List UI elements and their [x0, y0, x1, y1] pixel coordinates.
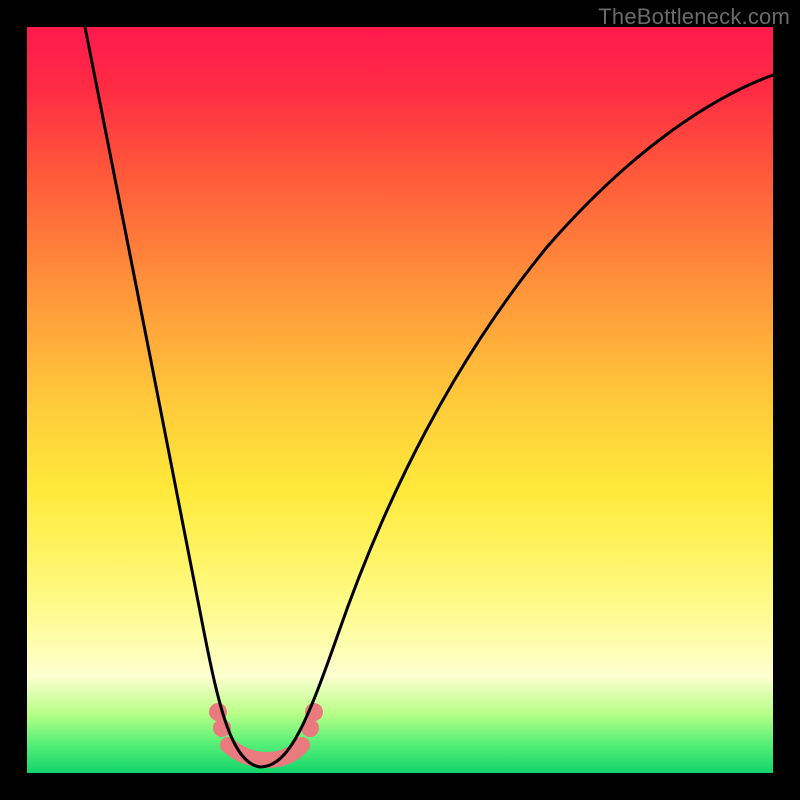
bottleneck-curve-svg: [27, 27, 773, 773]
gradient-plot-area: [27, 27, 773, 773]
bottleneck-curve: [85, 27, 773, 767]
watermark-text: TheBottleneck.com: [598, 4, 790, 30]
